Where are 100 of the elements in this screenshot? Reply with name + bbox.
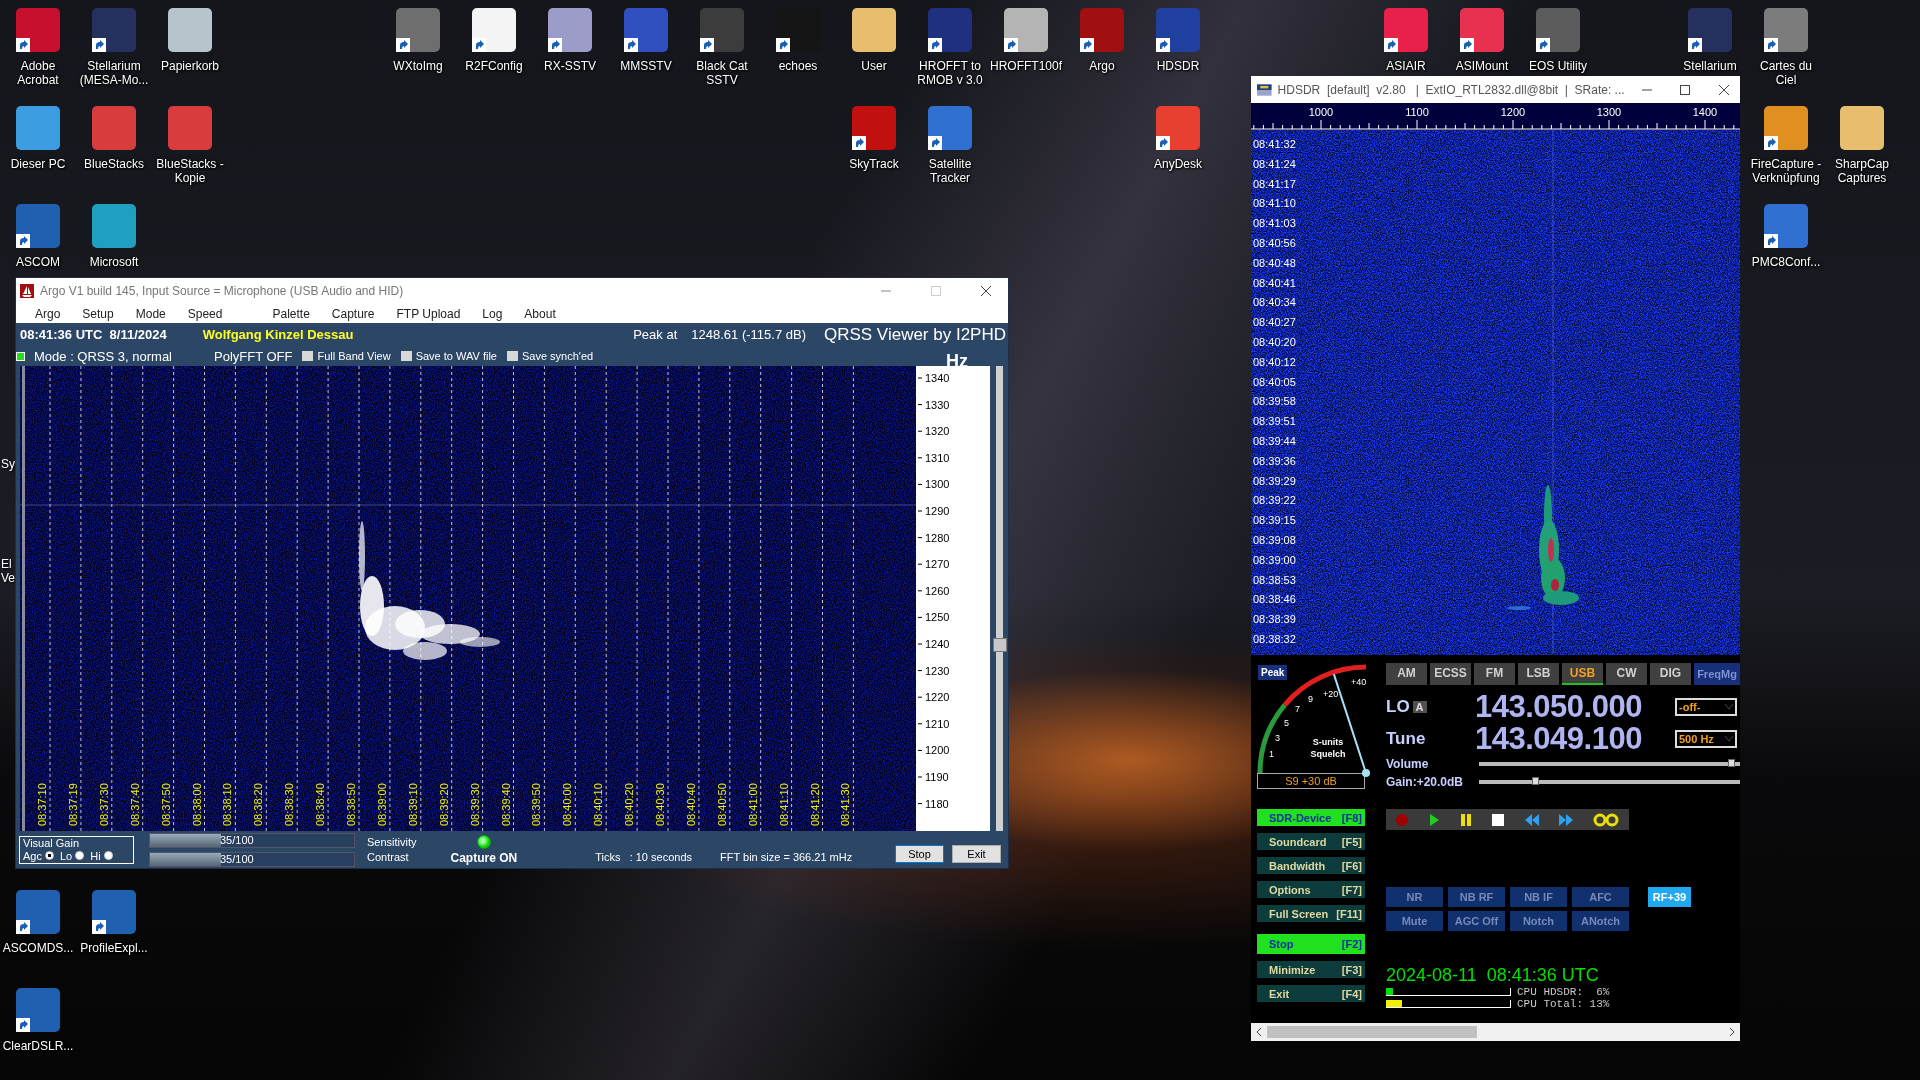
slider-track[interactable]: 35/100: [149, 851, 355, 867]
dsp-button[interactable]: Mute: [1386, 911, 1443, 931]
stop-button[interactable]: [1491, 812, 1506, 827]
app-icon[interactable]: [90, 6, 138, 54]
loop-button[interactable]: [1591, 812, 1620, 827]
app-icon[interactable]: [14, 202, 62, 250]
icon-label[interactable]: EOS Utility: [1529, 59, 1587, 73]
menu-item[interactable]: Capture: [320, 306, 386, 321]
app-icon[interactable]: [14, 6, 62, 54]
icon-label[interactable]: Microsoft: [89, 255, 139, 269]
radio-button[interactable]: [103, 851, 113, 860]
function-button[interactable]: Stop [F2]: [1257, 934, 1365, 954]
icon-label[interactable]: BlueStacks: [84, 157, 144, 171]
radio-label[interactable]: Lo: [59, 849, 73, 862]
icon-label[interactable]: ASCOM: [16, 255, 60, 269]
app-icon[interactable]: [850, 6, 898, 54]
scroll-right-icon[interactable]: [1728, 1027, 1736, 1037]
icon-label[interactable]: BlueStacks - Kopie: [152, 157, 228, 185]
slider-thumb[interactable]: [1728, 758, 1736, 767]
menu-item[interactable]: Setup: [71, 306, 125, 321]
app-icon[interactable]: [90, 888, 138, 936]
dsp-button[interactable]: NB RF: [1448, 887, 1505, 907]
menu-item[interactable]: Mode: [124, 306, 177, 321]
menu-item[interactable]: Speed: [176, 306, 234, 321]
mode-tab[interactable]: FM: [1474, 663, 1515, 685]
app-icon[interactable]: [1002, 6, 1050, 54]
radio-button[interactable]: [75, 851, 85, 860]
menu-item[interactable]: FTP Upload: [385, 306, 472, 321]
icon-label[interactable]: Adobe Acrobat: [0, 59, 76, 87]
checkbox-label[interactable]: Full Band View: [317, 350, 391, 362]
checkbox[interactable]: [400, 351, 412, 361]
function-button[interactable]: Options [F7]: [1257, 881, 1365, 898]
dsp-button[interactable]: NB IF: [1510, 887, 1567, 907]
app-icon[interactable]: [1078, 6, 1126, 54]
app-icon[interactable]: [926, 6, 974, 54]
dialog-button[interactable]: Stop: [895, 844, 944, 863]
app-icon[interactable]: [166, 6, 214, 54]
checkbox-label[interactable]: Save synch'ed: [521, 350, 594, 362]
icon-label[interactable]: AnyDesk: [1154, 157, 1202, 171]
radio-label[interactable]: Agc: [23, 849, 42, 862]
mode-tab[interactable]: AM: [1386, 663, 1427, 685]
function-button[interactable]: SDR-Device [F8]: [1257, 809, 1365, 826]
app-icon[interactable]: [14, 986, 62, 1034]
app-icon[interactable]: [1686, 6, 1734, 54]
icon-label[interactable]: echoes: [778, 59, 818, 73]
icon-label[interactable]: SkyTrack: [849, 157, 899, 171]
icon-label[interactable]: Black Cat SSTV: [684, 59, 760, 87]
radio-button[interactable]: [44, 851, 54, 860]
app-icon[interactable]: [926, 104, 974, 152]
app-icon[interactable]: [394, 6, 442, 54]
icon-label[interactable]: ProfileExpl...: [80, 941, 148, 955]
app-icon[interactable]: [774, 6, 822, 54]
app-icon[interactable]: [1382, 6, 1430, 54]
dsp-button[interactable]: AGC Off: [1448, 911, 1505, 931]
dropdown[interactable]: -off-: [1675, 698, 1737, 716]
function-button[interactable]: Soundcard [F5]: [1257, 833, 1365, 850]
freq-manager-button[interactable]: FreqMg: [1694, 663, 1740, 685]
app-icon[interactable]: [1154, 104, 1202, 152]
volume-slider[interactable]: [1479, 761, 1740, 766]
app-icon[interactable]: [90, 202, 138, 250]
scroll-left-icon[interactable]: [1255, 1027, 1263, 1037]
icon-label[interactable]: ClearDSLR...: [2, 1039, 74, 1053]
icon-label[interactable]: Papierkorb: [161, 59, 219, 73]
app-icon[interactable]: [622, 6, 670, 54]
menu-item[interactable]: Palette: [261, 306, 321, 321]
dropdown[interactable]: 500 Hz: [1675, 730, 1737, 748]
dsp-button[interactable]: AFC: [1572, 887, 1629, 907]
mode-tab[interactable]: LSB: [1518, 663, 1559, 685]
app-icon[interactable]: [698, 6, 746, 54]
app-icon[interactable]: [14, 888, 62, 936]
icon-label[interactable]: R2FConfig: [465, 59, 523, 73]
fast-forward-button[interactable]: [1557, 812, 1574, 827]
app-icon[interactable]: [1762, 104, 1810, 152]
icon-label[interactable]: Stellarium (MESA-Mo...: [76, 59, 152, 87]
dialog-button[interactable]: Exit: [952, 844, 1001, 863]
gain-slider[interactable]: [1479, 779, 1740, 784]
icon-label[interactable]: Argo: [1089, 59, 1115, 73]
app-icon[interactable]: [1458, 6, 1506, 54]
icon-label[interactable]: PMC8Conf...: [1751, 255, 1821, 269]
mode-tab[interactable]: ECSS: [1430, 663, 1471, 685]
mode-tab[interactable]: DIG: [1650, 663, 1691, 685]
icon-label[interactable]: Dieser PC: [10, 157, 66, 171]
radio-label[interactable]: Hi: [90, 849, 101, 862]
icon-label[interactable]: Cartes du Ciel: [1748, 59, 1824, 87]
icon-label[interactable]: FireCapture - Verknüpfung: [1748, 157, 1824, 185]
menu-item[interactable]: Argo: [24, 306, 72, 321]
app-icon[interactable]: [1762, 202, 1810, 250]
icon-label[interactable]: ASIAIR: [1386, 59, 1426, 73]
icon-label[interactable]: Satellite Tracker: [912, 157, 988, 185]
icon-label[interactable]: HDSDR: [1156, 59, 1200, 73]
menu-item[interactable]: Log: [471, 306, 514, 321]
app-icon[interactable]: [1762, 6, 1810, 54]
rewind-button[interactable]: [1523, 812, 1540, 827]
icon-label[interactable]: WXtoImg: [393, 59, 443, 73]
icon-label[interactable]: ASCOMDS...: [2, 941, 74, 955]
pause-button[interactable]: [1459, 812, 1474, 827]
icon-label[interactable]: Stellarium: [1683, 59, 1737, 73]
slider-track[interactable]: 35/100: [149, 832, 355, 848]
icon-label[interactable]: RX-SSTV: [544, 59, 596, 73]
dsp-button[interactable]: ANotch: [1572, 911, 1629, 931]
